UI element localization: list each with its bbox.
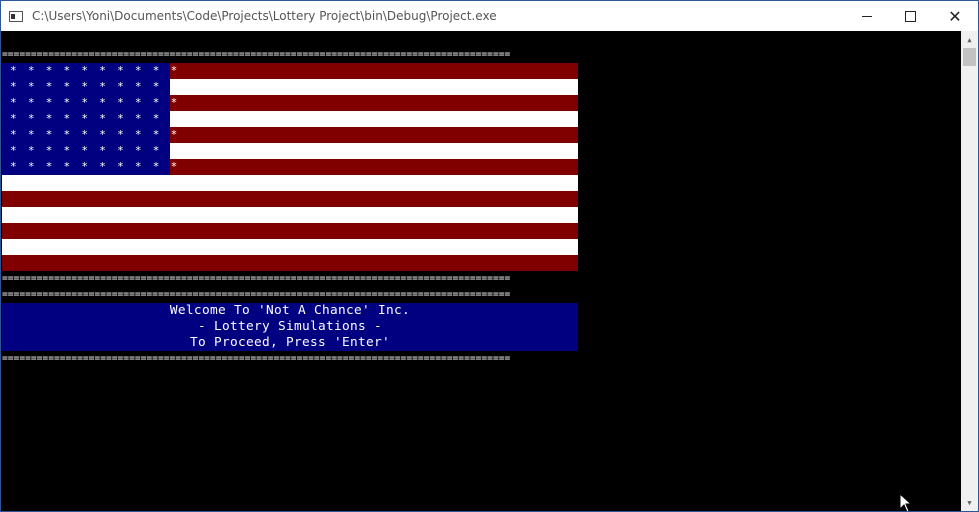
maximize-icon bbox=[904, 10, 916, 22]
close-button[interactable]: ✕ bbox=[932, 1, 978, 31]
flag-star-row: * * * * * * * * * * bbox=[10, 128, 180, 141]
separator-line: ========================================… bbox=[2, 49, 511, 60]
flag-stripe bbox=[2, 255, 578, 271]
minimize-button[interactable] bbox=[844, 1, 890, 31]
separator-line: ========================================… bbox=[2, 289, 511, 300]
mouse-pointer-icon bbox=[899, 492, 913, 511]
flag-star-row: * * * * * * * * * * bbox=[10, 96, 180, 109]
minimize-icon bbox=[862, 15, 872, 17]
scroll-up-icon[interactable]: ▲ bbox=[961, 31, 978, 48]
flag-star-row: * * * * * * * * * * bbox=[10, 112, 180, 125]
scroll-down-icon[interactable]: ▼ bbox=[961, 494, 978, 511]
close-icon: ✕ bbox=[948, 6, 962, 26]
flag-stripe bbox=[2, 175, 578, 191]
vertical-scrollbar[interactable]: ▲ ▼ bbox=[961, 31, 978, 511]
proceed-instruction: To Proceed, Press 'Enter' bbox=[189, 335, 391, 350]
flag-stripe bbox=[2, 191, 578, 207]
separator-line: ========================================… bbox=[2, 273, 511, 284]
flag-stripe bbox=[2, 239, 578, 255]
welcome-banner: Welcome To 'Not A Chance' Inc. - Lottery… bbox=[2, 303, 578, 351]
separator-line: ========================================… bbox=[2, 353, 511, 364]
title-bar[interactable]: C:\Users\Yoni\Documents\Code\Projects\Lo… bbox=[1, 1, 978, 31]
maximize-button[interactable] bbox=[887, 1, 933, 31]
subtitle-text: - Lottery Simulations - bbox=[197, 319, 383, 334]
console-app-icon[interactable] bbox=[9, 10, 23, 22]
window-title: C:\Users\Yoni\Documents\Code\Projects\Lo… bbox=[32, 9, 497, 23]
ascii-us-flag: * * * * * * * * * * * * * * * * * * * * * … bbox=[2, 63, 578, 271]
scroll-thumb[interactable] bbox=[963, 48, 976, 66]
flag-stripe bbox=[2, 223, 578, 239]
flag-stripe bbox=[2, 207, 578, 223]
flag-star-row: * * * * * * * * * * bbox=[10, 160, 180, 173]
console-output[interactable]: ========================================… bbox=[1, 31, 961, 511]
flag-star-row: * * * * * * * * * * bbox=[10, 80, 180, 93]
flag-star-row: * * * * * * * * * * bbox=[10, 144, 180, 157]
welcome-text: Welcome To 'Not A Chance' Inc. bbox=[169, 303, 411, 318]
flag-canton: * * * * * * * * * * * * * * * * * * * * * … bbox=[2, 63, 180, 175]
console-window: C:\Users\Yoni\Documents\Code\Projects\Lo… bbox=[0, 0, 979, 512]
flag-star-row: * * * * * * * * * * bbox=[10, 64, 180, 77]
